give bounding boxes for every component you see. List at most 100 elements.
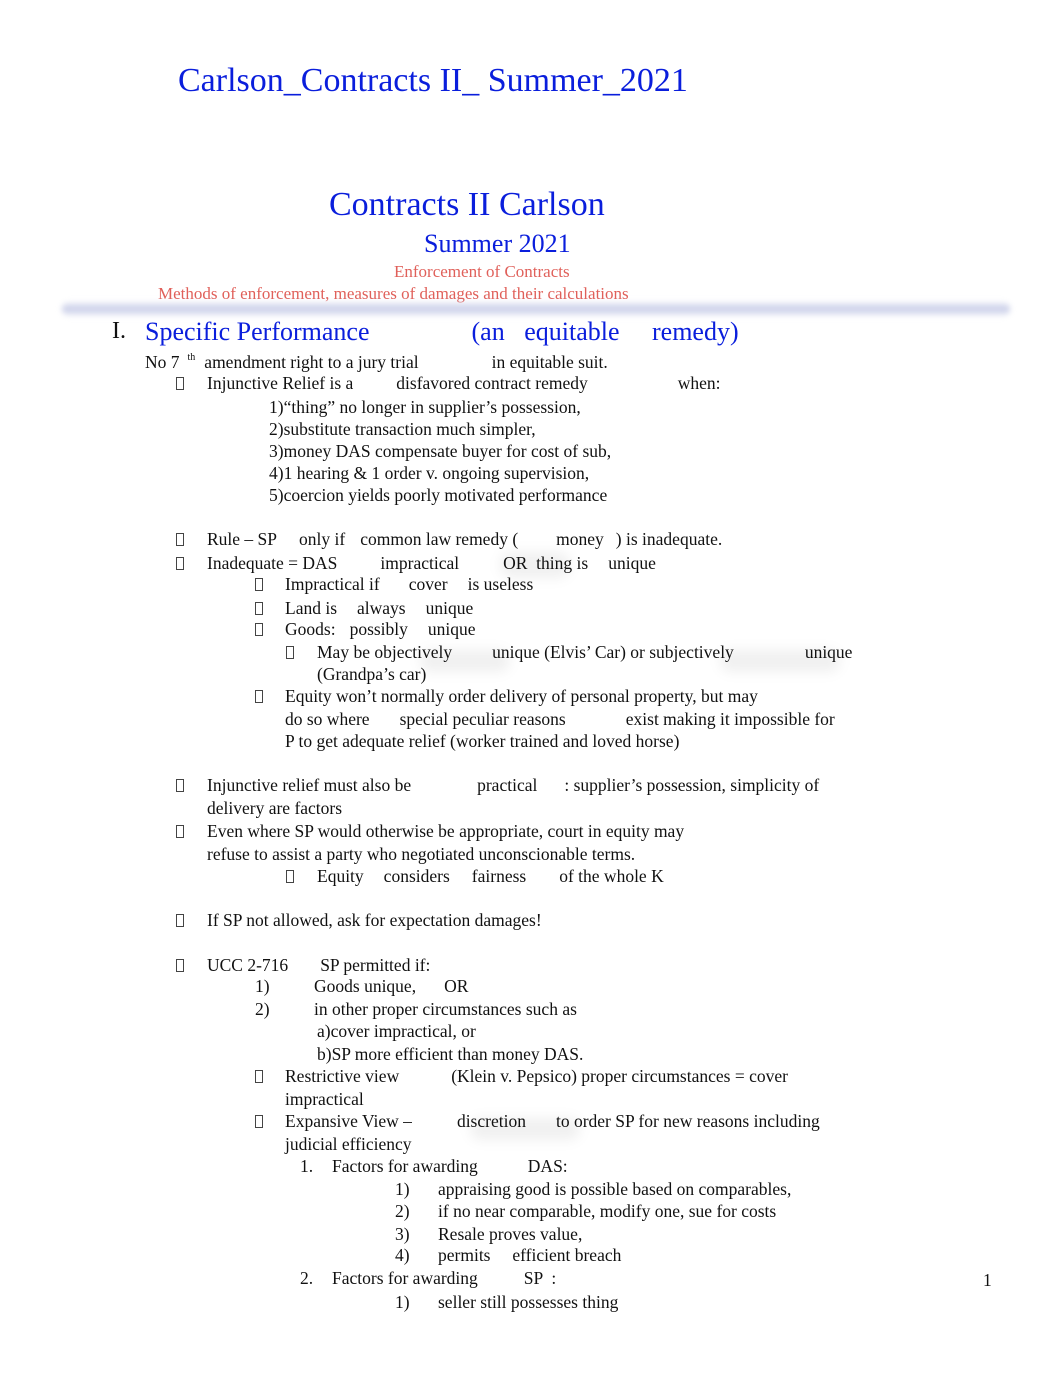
bullet-icon [176,557,184,570]
objective-text-b: unique (Elvis’ Car) or subjectively [492,642,734,662]
land-line: Land is always unique [285,598,473,619]
bullet-icon [286,870,294,883]
fair-text-b: considers [383,866,450,886]
equity-line-2: do so where special peculiar reasons exist… [285,709,835,730]
injunctive-text-b: disfavored contract remedy [396,373,588,393]
jury-text-b: amendment right to a jury trial [204,352,419,372]
bullet-icon [286,646,294,659]
factor-sp-num: 1) [395,1292,410,1312]
ucc-text-b: SP permitted if: [320,955,431,975]
restrictive-text-b: (Klein v. Pepsico) proper circumstances … [451,1066,788,1086]
objective-text-c: unique [804,642,853,662]
equity-text-b: special peculiar reasons [399,709,566,729]
document-title: Contracts II Carlson [329,186,605,223]
rule-text-e: ) is inadequate. [615,529,723,549]
impractical-text-a: Impractical if [285,574,380,594]
land-text-a: Land is [285,598,338,618]
factor-sp-text: seller still possesses thing [438,1292,619,1312]
rule-text-d: money [556,529,604,549]
bullet-icon [255,1115,263,1128]
practical-text-c: : supplier’s possession, simplicity of [564,775,820,795]
land-text-c: unique [425,598,474,618]
factors-das-text-a: Factors for awarding [332,1156,478,1176]
bullet-icon [176,825,184,838]
inadequate-text-c: OR thing is [503,553,589,573]
jury-text-a: No 7 [145,352,180,372]
factor-das-num: 1) [395,1179,410,1199]
rule-line: Rule – SP only if common law remedy (money… [207,529,722,550]
restrictive-text-a: Restrictive view [285,1066,400,1086]
document-subtitle: Summer 2021 [424,229,571,258]
factor-das-text: permits efficient breach [438,1245,622,1265]
header-divider [62,302,1010,316]
rule-text-a: Rule – SP [207,529,278,549]
bullet-icon [255,1070,263,1083]
practical-line-2: delivery are factors [207,798,343,818]
page-number: 1 [983,1270,992,1290]
factors-sp-text-b: SP : [523,1268,557,1288]
reason-item: 1)“thing” no longer in supplier’s posses… [269,397,581,417]
restrictive-line-2: impractical [285,1089,364,1109]
document-description: Methods of enforcement, measures of dama… [158,284,629,303]
factors-sp-heading: Factors for awarding SP : [332,1268,556,1289]
goods-text-c: unique [427,619,476,639]
inadequate-text-b: impractical [380,553,460,573]
ucc-item-num: 1) [255,976,270,996]
section-title-text: Specific Performance [145,317,370,346]
goods-line: Goods: possibly unique [285,619,476,640]
ucc-item-num: 2) [255,999,270,1019]
ucc-line: UCC 2-716 SP permitted if: [207,955,430,976]
fair-text-c: fairness [471,866,527,886]
equity-line-1: Equity won’t normally order delivery of … [285,686,758,706]
injunctive-text-a: Injunctive Relief is a [207,373,354,393]
expansive-line-2: judicial efficiency [285,1134,412,1154]
expansive-text-c: to order SP for new reasons including [555,1111,820,1131]
bullet-icon [255,602,263,615]
bullet-icon [176,959,184,972]
bullet-icon [255,623,263,636]
bullet-icon [176,533,184,546]
section-number: I. [112,318,126,344]
impractical-line: Impractical if cover is useless [285,574,533,595]
reason-item: 2)substitute transaction much simpler, [269,419,536,439]
equity-line-3: P to get adequate relief (worker trained… [285,731,680,751]
ucc-sub-item: b)SP more efficient than money DAS. [317,1044,584,1064]
inadequate-text-d: unique [608,553,656,573]
objective-text-a: May be objectively [317,642,453,662]
ucc-sub-item: a)cover impractical, or [317,1021,476,1041]
inadequate-line: Inadequate = DAS impractical OR thing is un… [207,553,656,574]
factors-sp-text-a: Factors for awarding [332,1268,478,1288]
injunctive-text-c: when: [677,373,721,393]
objective-line-2: (Grandpa’s car) [317,664,427,684]
document-page: Carlson_Contracts II_ Summer_2021 Contra… [0,0,1062,1377]
jury-text-c: in equitable suit. [491,352,608,372]
factor-das-text: appraising good is possible based on com… [438,1179,792,1199]
even-line-1: Even where SP would otherwise be appropr… [207,821,685,841]
bullet-icon [176,914,184,927]
factor-das-num: 2) [395,1201,410,1221]
equity-text-c: exist making it impossible for [625,709,835,729]
injunctive-line: Injunctive Relief is a disfavored contrac… [207,373,721,394]
factors-das-text-b: DAS: [527,1156,568,1176]
factor-das-text: if no near comparable, modify one, sue f… [438,1201,777,1221]
document-file-title: Carlson_Contracts II_ Summer_2021 [178,62,688,99]
practical-text-a: Injunctive relief must also be [207,775,412,795]
expansive-text-b: discretion [456,1111,526,1131]
reason-item: 5)coercion yields poorly motivated perfo… [269,485,608,505]
bullet-icon [255,690,263,703]
ucc-item-text: Goods unique, OR [314,976,468,997]
even-line-2: refuse to assist a party who negotiated … [207,844,636,864]
equity-text-a: do so where [285,709,370,729]
reason-item: 3)money DAS compensate buyer for cost of… [269,441,612,461]
bullet-icon [255,578,263,591]
practical-line: Injunctive relief must also be practical:… [207,775,819,796]
ucc-item-text-a: Goods unique, [314,976,417,996]
expectation-line: If SP not allowed, ask for expectation d… [207,910,542,930]
fair-text-a: Equity [317,866,364,886]
bullet-icon [176,377,184,390]
inadequate-text-a: Inadequate = DAS [207,553,338,573]
expansive-text-a: Expansive View – [285,1111,412,1131]
factors-das-heading: Factors for awarding DAS: [332,1156,568,1177]
factor-das-num: 3) [395,1224,410,1244]
impractical-text-b: cover [408,574,448,594]
